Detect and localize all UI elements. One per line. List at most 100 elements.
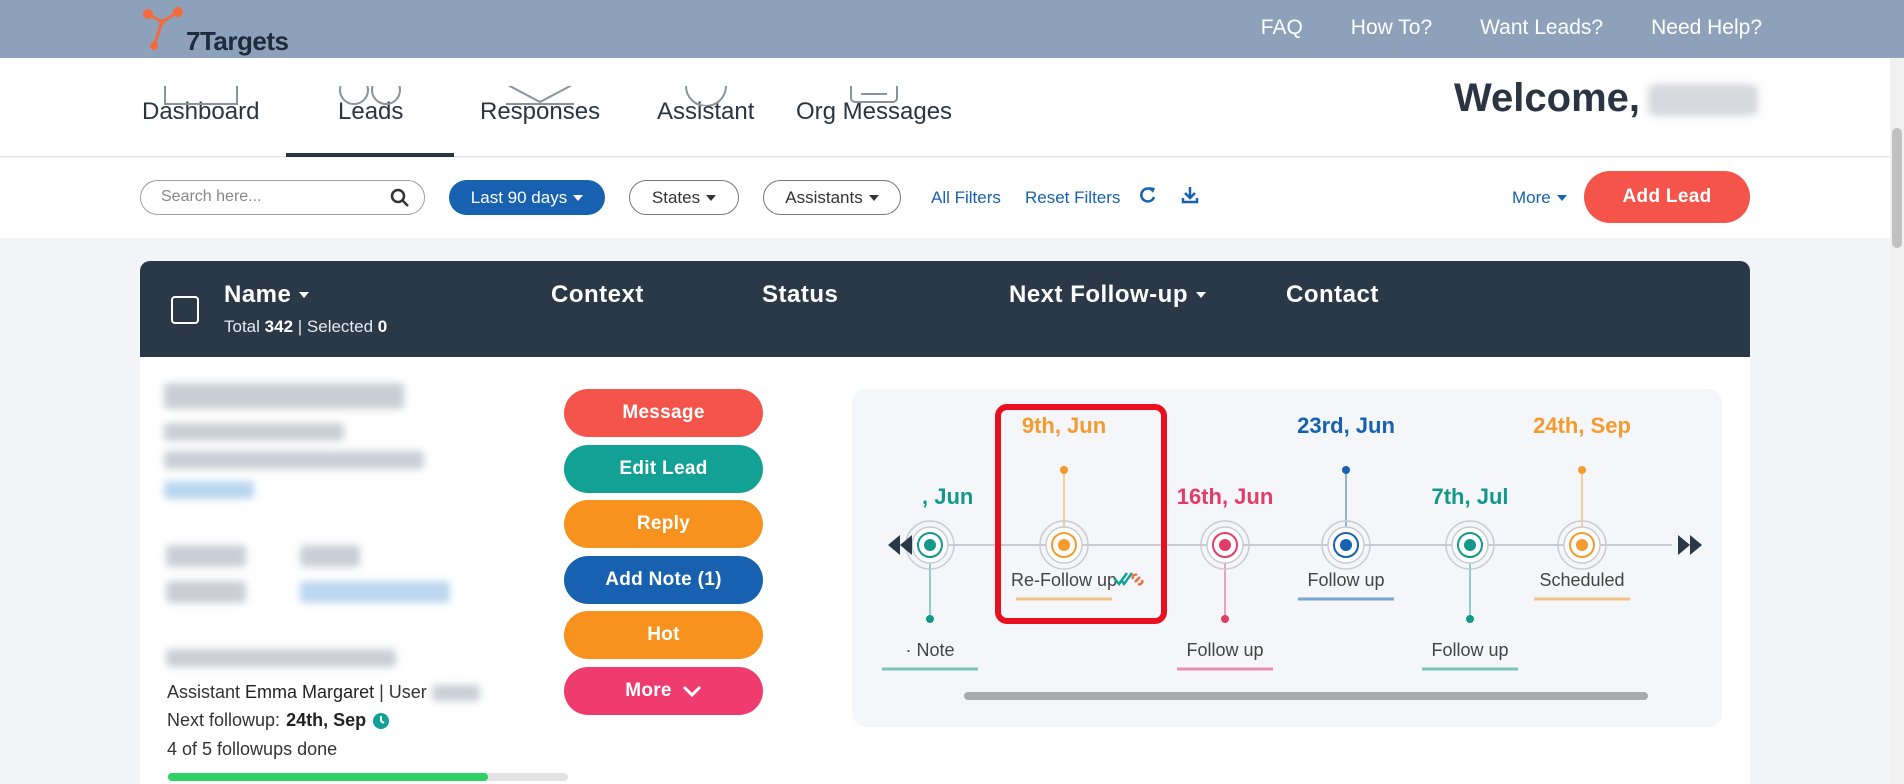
timeline-connector-dot [926,615,934,623]
timeline-event[interactable]: , Jun · Note [882,484,978,671]
caret-down-icon [706,194,717,201]
column-status: Status [762,281,839,308]
timeline-node-core [1340,539,1352,551]
date-range-label: Last 90 days [470,187,568,207]
timeline-connector-dot [1466,615,1474,623]
timeline-node-core [924,539,936,551]
rewind-icon[interactable] [888,535,912,555]
top-links: FAQ How To? Want Leads? Need Help? [1261,16,1762,40]
timeline-event[interactable]: 7th, Jul Follow up [1422,484,1518,671]
active-tab-indicator [286,153,454,157]
assistants-dropdown[interactable]: Assistants [763,180,901,215]
more-filters-dropdown[interactable]: More [1512,188,1567,208]
lead-field-label-redacted [166,581,246,603]
user-label: | User [379,682,427,702]
lead-phone-redacted [164,423,344,441]
followups-progress-fill [168,773,488,781]
timeline-event-label: Follow up [1186,640,1263,660]
edit-lead-button[interactable]: Edit Lead [564,445,763,493]
faq-link[interactable]: FAQ [1261,16,1303,40]
assistant-icon [684,86,727,106]
caret-down-icon [573,194,584,201]
tab-dashboard[interactable]: Dashboard [142,86,259,126]
timeline-event[interactable]: 24th, Sep Scheduled [1533,413,1631,601]
assistant-name: Emma Margaret [245,682,375,702]
search-input[interactable] [161,188,381,206]
tab-assistant[interactable]: Assistant [657,86,754,126]
want-leads-link[interactable]: Want Leads? [1480,16,1603,40]
assistant-label: Assistant [167,682,241,702]
timeline-event[interactable]: 16th, Jun Follow up [1177,484,1274,671]
timeline-date: 23rd, Jun [1297,413,1395,438]
message-button[interactable]: Message [564,389,763,437]
how-to-link[interactable]: How To? [1351,16,1432,40]
lead-row: Assistant Emma Margaret | User Next foll… [140,357,1750,784]
next-followup-label: Next followup: [167,710,281,730]
more-actions-button[interactable]: More [564,667,763,715]
need-help-link[interactable]: Need Help? [1651,16,1762,40]
welcome-greeting: Welcome, [1454,76,1640,120]
column-name-label: Name [224,281,292,308]
timeline-event[interactable]: 23rd, Jun Follow up [1297,413,1395,601]
more-label: More [1512,188,1551,207]
tab-org-messages[interactable]: Org Messages [796,86,952,126]
leads-table-header: Name Total 342 | Selected 0 Context Stat… [140,261,1750,357]
timeline-event-label: · Note [905,640,954,660]
assistants-label: Assistants [785,187,863,207]
org-messages-icon [850,86,899,103]
timeline-node-core [1576,539,1588,551]
refresh-icon[interactable] [1138,185,1158,205]
next-followup-value: 24th, Sep [286,710,367,730]
timeline-connector-dot [1342,466,1350,474]
caret-down-icon [299,292,310,298]
select-all-checkbox[interactable] [171,296,199,324]
timeline-node-core [1464,539,1476,551]
download-icon[interactable] [1180,185,1200,205]
states-label: States [651,187,701,207]
page-scrollbar-thumb[interactable] [1892,128,1902,248]
highlight-box [995,404,1167,624]
page-scrollbar[interactable] [1890,58,1904,784]
caret-down-icon [868,194,879,201]
timeline-scrollbar[interactable] [964,692,1648,700]
fast-forward-icon[interactable] [1678,535,1702,555]
lead-name-redacted [164,383,404,409]
clock-icon[interactable] [372,712,390,730]
selected-label: | Selected [297,317,374,336]
lead-source-redacted [166,649,396,667]
add-note-button[interactable]: Add Note (1) [564,556,763,604]
next-followup-info: Next followup: 24th, Sep [167,710,390,731]
timeline-date: , Jun [922,484,973,509]
timeline-connector-dot [1578,466,1586,474]
total-label: Total [224,317,260,336]
timeline-svg: , Jun· Note9th, JunRe-Follow up16th, Jun… [882,413,1702,671]
column-name[interactable]: Name [224,281,310,309]
hot-status-button[interactable]: Hot [564,611,763,659]
total-value: 342 [264,317,294,336]
timeline-event-label: Follow up [1307,570,1384,590]
caret-down-icon [1195,292,1206,298]
date-range-dropdown[interactable]: Last 90 days [449,180,605,215]
all-filters-link[interactable]: All Filters [931,188,1001,208]
search-icon[interactable] [390,188,410,208]
caret-down-icon [1556,195,1567,201]
timeline-node-core [1219,539,1231,551]
column-next-followup-label: Next Follow-up [1009,281,1188,308]
top-navbar: 7Targets FAQ How To? Want Leads? Need He… [0,0,1904,58]
envelope-icon [506,86,575,105]
lead-field-label-redacted [166,545,246,567]
followups-progress-bar [168,773,568,781]
lead-tags-redacted [164,481,254,499]
filter-bar: Last 90 days States Assistants All Filte… [0,158,1904,238]
total-count: Total 342 | Selected 0 [224,317,387,337]
tab-leads[interactable]: Leads [338,86,403,126]
lead-field-value-redacted [300,581,450,603]
reply-button[interactable]: Reply [564,500,763,548]
column-next-followup[interactable]: Next Follow-up [1009,281,1206,309]
tab-responses[interactable]: Responses [480,86,600,126]
search-box [140,180,425,215]
add-lead-button[interactable]: Add Lead [1584,171,1750,223]
main-header: Dashboard Leads Responses Assistant Org … [0,58,1904,157]
reset-filters-link[interactable]: Reset Filters [1025,188,1120,208]
states-dropdown[interactable]: States [629,180,739,215]
